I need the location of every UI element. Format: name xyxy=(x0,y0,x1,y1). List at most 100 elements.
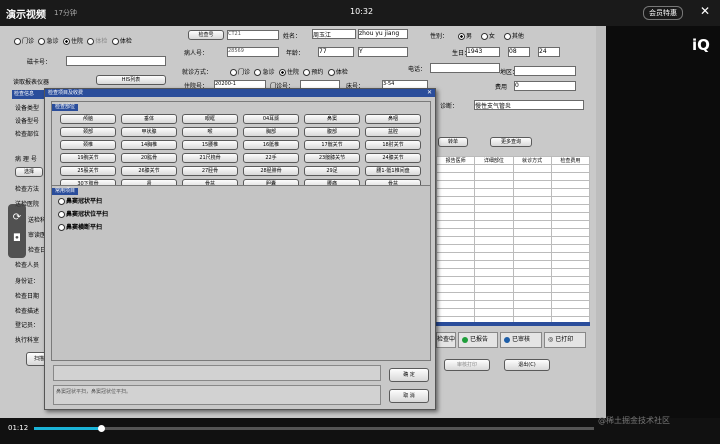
progress-track[interactable] xyxy=(34,427,594,430)
part-button[interactable]: 甲状腺 xyxy=(121,127,177,137)
vertical-scrollbar[interactable] xyxy=(596,26,606,418)
gender-male[interactable]: 男 xyxy=(458,33,472,40)
table-row[interactable] xyxy=(435,172,591,181)
part-button[interactable]: 16骶椎 xyxy=(243,140,299,150)
diag-field[interactable]: 慢性支气管炎 xyxy=(474,100,584,110)
visit-opt-3[interactable]: 体检 xyxy=(87,38,107,45)
part-button[interactable]: 04耳颞 xyxy=(243,114,299,124)
reading-label[interactable]: 读取报表仪器 xyxy=(13,77,49,86)
phone-field[interactable] xyxy=(430,63,500,73)
part-button[interactable]: 15腰椎 xyxy=(182,140,238,150)
table-row[interactable] xyxy=(435,300,591,309)
table-row[interactable] xyxy=(435,236,591,245)
table-row[interactable] xyxy=(435,308,591,317)
col-header[interactable]: 就诊方式 xyxy=(512,156,552,165)
method-item[interactable]: 鼻窦冠状位平扫 xyxy=(58,209,108,218)
part-button[interactable]: 28胫腓骨 xyxy=(243,166,299,176)
table-row[interactable] xyxy=(435,244,591,253)
table-row[interactable] xyxy=(435,252,591,261)
table-row[interactable] xyxy=(435,212,591,221)
part-button[interactable]: 26膝关节 xyxy=(121,166,177,176)
table-row[interactable] xyxy=(435,284,591,293)
table-scrollbar[interactable] xyxy=(436,322,590,326)
part-button[interactable]: 盆腔 xyxy=(365,127,421,137)
select-button[interactable]: 选择 xyxy=(15,167,43,177)
exam-no-button[interactable]: 检查号 xyxy=(188,30,224,40)
patient-field[interactable]: 28569 xyxy=(227,47,279,57)
part-button[interactable]: 眼眶 xyxy=(182,114,238,124)
part-button[interactable]: 20肱骨 xyxy=(121,153,177,163)
part-button[interactable]: 18肘关节 xyxy=(365,140,421,150)
selected-items-field[interactable]: 鼻窦冠状平扫，鼻窦冠状位平扫。 xyxy=(53,385,381,405)
gender-female[interactable]: 女 xyxy=(480,33,495,40)
table-row[interactable] xyxy=(435,196,591,205)
age-unit-select[interactable]: Y xyxy=(358,47,408,57)
table-row[interactable] xyxy=(435,228,591,237)
more-query-button[interactable]: 更多查询 xyxy=(490,137,532,147)
table-row[interactable] xyxy=(435,268,591,277)
mode-2[interactable]: 住院 xyxy=(278,69,299,76)
table-row[interactable] xyxy=(435,188,591,197)
part-button[interactable]: 颈椎 xyxy=(60,140,116,150)
age-field[interactable]: 77 xyxy=(318,47,354,57)
dialog-close-icon[interactable]: ✕ xyxy=(427,89,432,97)
part-button[interactable]: 腰1-骶1椎间盘 xyxy=(365,166,421,176)
mode-3[interactable]: 预约 xyxy=(303,69,323,76)
part-button[interactable]: 19腕关节 xyxy=(60,153,116,163)
mode-4[interactable]: 体检 xyxy=(327,69,348,76)
part-button[interactable]: 17髋关节 xyxy=(304,140,360,150)
name-field[interactable]: 周玉江 xyxy=(312,29,356,39)
part-button[interactable]: 27胫骨 xyxy=(182,166,238,176)
part-button[interactable]: 喉 xyxy=(182,127,238,137)
part-button[interactable]: 23髋膝关节 xyxy=(304,153,360,163)
visit-opt-0[interactable]: 门诊 xyxy=(14,38,34,45)
method-item[interactable]: 鼻窦横断平扫 xyxy=(58,222,108,231)
exam-no-field[interactable]: CT21 xyxy=(227,30,279,40)
part-button[interactable]: 鼻咽 xyxy=(365,114,421,124)
part-button[interactable]: 颈部 xyxy=(60,127,116,137)
visit-opt-4[interactable]: 体检 xyxy=(111,38,132,45)
gender-other[interactable]: 其他 xyxy=(503,33,524,40)
pinyin-field[interactable]: zhou yu jiang xyxy=(358,29,408,39)
part-button[interactable]: 24膝关节 xyxy=(365,153,421,163)
part-button[interactable]: 25股关节 xyxy=(60,166,116,176)
status-printed-button[interactable]: ◎ 已打印 xyxy=(544,332,586,348)
mode-0[interactable]: 门诊 xyxy=(230,69,250,76)
card-input[interactable] xyxy=(66,56,166,66)
table-row[interactable] xyxy=(435,204,591,213)
col-header[interactable]: 详细部位 xyxy=(474,156,514,165)
visit-opt-1[interactable]: 急诊 xyxy=(38,38,58,45)
col-header[interactable]: 报告医师 xyxy=(435,156,476,165)
ok-button[interactable]: 确 定 xyxy=(389,368,429,382)
birth-month[interactable]: 08 xyxy=(508,47,530,57)
part-button[interactable]: 腹部 xyxy=(304,127,360,137)
table-row[interactable] xyxy=(435,220,591,229)
table-row[interactable] xyxy=(435,276,591,285)
his-list-button[interactable]: HIS列表 xyxy=(96,75,166,85)
fee-field[interactable]: 0 xyxy=(514,81,576,91)
status-reviewed-button[interactable]: 已审核 xyxy=(500,332,542,348)
table-row[interactable] xyxy=(435,180,591,189)
method-item[interactable]: 鼻窦冠状平扫 xyxy=(58,196,108,205)
cancel-button[interactable]: 取 消 xyxy=(389,389,429,403)
part-button[interactable]: 垂体 xyxy=(121,114,177,124)
exit-button[interactable]: 退出(C) xyxy=(504,359,550,371)
part-button[interactable]: 胸部 xyxy=(243,127,299,137)
mode-1[interactable]: 急诊 xyxy=(254,69,274,76)
table-row[interactable] xyxy=(435,164,591,173)
birth-day[interactable]: 24 xyxy=(538,47,560,57)
visit-opt-2[interactable]: 住院 xyxy=(62,38,83,45)
col-header[interactable]: 检查费用 xyxy=(550,156,591,165)
area-select[interactable] xyxy=(514,66,576,76)
birth-year[interactable]: 1943 xyxy=(466,47,500,57)
transfer-button[interactable]: 转单 xyxy=(438,137,468,147)
part-button[interactable]: 14胸椎 xyxy=(121,140,177,150)
part-button[interactable]: 22手 xyxy=(243,153,299,163)
part-button[interactable]: 颅脑 xyxy=(60,114,116,124)
progress-knob[interactable] xyxy=(98,425,106,432)
status-in-progress-button[interactable]: 检查中 xyxy=(436,332,456,348)
camera-icon[interactable]: ◘ xyxy=(8,233,26,244)
status-reported-button[interactable]: 已报告 xyxy=(458,332,498,348)
table-row[interactable] xyxy=(435,292,591,301)
part-button[interactable]: 21尺桡骨 xyxy=(182,153,238,163)
